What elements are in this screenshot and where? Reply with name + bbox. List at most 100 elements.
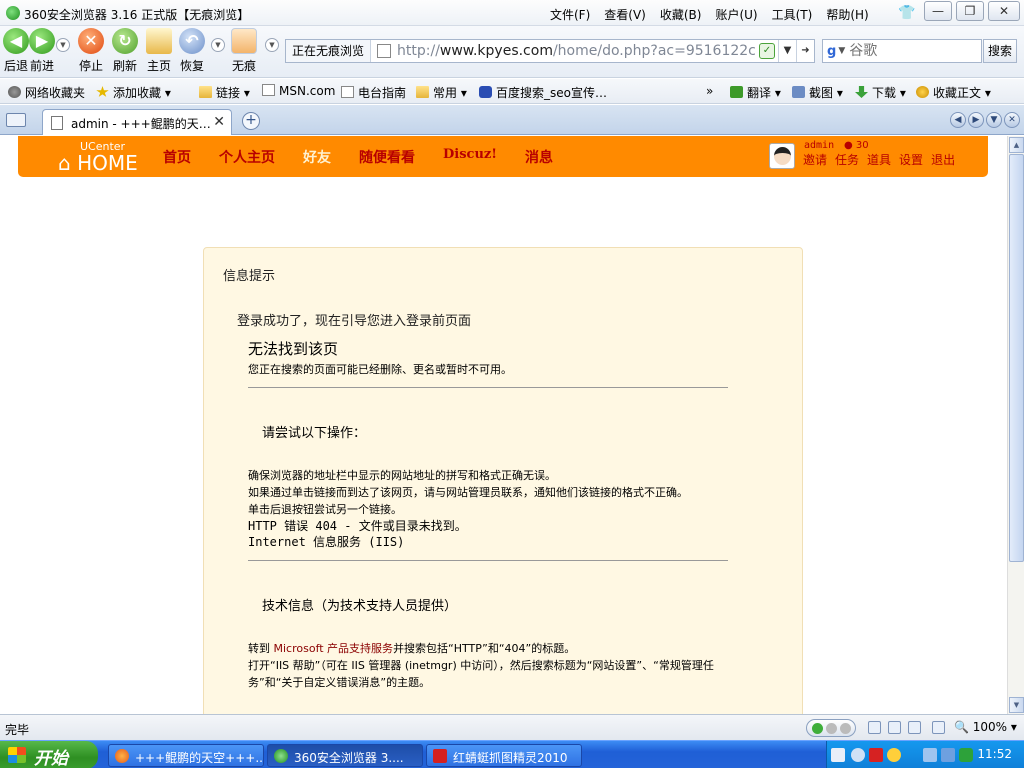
- fav-common[interactable]: 常用 ▾: [416, 84, 467, 101]
- undo-icon: ↶: [179, 28, 205, 54]
- nav-discuz[interactable]: Discuz!: [443, 147, 497, 167]
- close-all-tabs-icon[interactable]: ✕: [1004, 112, 1020, 128]
- network-icon[interactable]: [923, 748, 937, 762]
- tab-scroll-left-icon[interactable]: ◀: [950, 112, 966, 128]
- stop-button[interactable]: ✕ 停止: [78, 28, 104, 74]
- scroll-thumb[interactable]: [1009, 154, 1024, 562]
- window-icon[interactable]: [888, 721, 901, 734]
- menu-file[interactable]: 文件(F): [550, 6, 590, 23]
- new-tab-icon[interactable]: +: [242, 112, 260, 130]
- image-icon[interactable]: [908, 721, 921, 734]
- restore-button[interactable]: ↶ 恢复: [179, 28, 205, 74]
- restore-label: 恢复: [179, 59, 204, 73]
- fav-baidu[interactable]: 百度搜索_seo宣传…: [479, 84, 607, 101]
- search-input[interactable]: [849, 43, 960, 59]
- fav-add[interactable]: 添加收藏 ▾: [96, 84, 171, 101]
- page-info-icon[interactable]: [868, 721, 881, 734]
- error-subtitle: 您正在搜索的页面可能已经删除、更名或暂时不可用。: [248, 363, 512, 376]
- fav-msn[interactable]: MSN.com: [262, 84, 335, 98]
- fav-radio-guide[interactable]: 电台指南: [341, 84, 406, 101]
- fav-more-chevron-icon[interactable]: »: [706, 84, 713, 98]
- taskbar-item[interactable]: +++鲲鹏的天空+++...: [108, 744, 264, 767]
- zoom-value: 100%: [972, 720, 1008, 734]
- incognito-dropdown-icon[interactable]: ▼: [265, 38, 279, 52]
- sidebar-toggle-icon[interactable]: [6, 113, 26, 127]
- nav-browse[interactable]: 随便看看: [359, 147, 415, 167]
- menu-tools[interactable]: 工具(T): [772, 6, 813, 23]
- volume-icon[interactable]: [941, 748, 955, 762]
- fav-network-favorites[interactable]: 网络收藏夹: [8, 84, 85, 101]
- try-item: 确保浏览器的地址栏中显示的网站地址的拼写和格式正确无误。: [248, 469, 556, 482]
- message-box: 信息提示 登录成功了，现在引导您进入登录前页面 无法找到该页 您正在搜索的页面可…: [203, 247, 803, 714]
- incognito-button[interactable]: 无痕: [231, 28, 257, 74]
- start-button[interactable]: 开始: [0, 741, 98, 768]
- favorite-text-button[interactable]: 收藏正文 ▾: [916, 84, 991, 101]
- tab-scroll-right-icon[interactable]: ▶: [968, 112, 984, 128]
- taskbar-item[interactable]: 红蜻蜓抓图精灵2010: [426, 744, 582, 767]
- menu-view[interactable]: 查看(V): [604, 6, 646, 23]
- menu-account[interactable]: 账户(U): [715, 6, 757, 23]
- ms-support-link[interactable]: Microsoft 产品支持服务: [274, 642, 394, 655]
- link-invite[interactable]: 邀请: [803, 151, 827, 168]
- nav-toolbar: ◀ 后退 ▶ 前进 ▼ ✕ 停止 ↻ 刷新 主页 ↶ 恢复 ▼ 无痕 ▼ 正在无…: [0, 26, 1024, 78]
- translate-button[interactable]: 翻译 ▾: [730, 84, 781, 101]
- zoom-level[interactable]: 🔍 100% ▾: [954, 720, 1017, 734]
- google-icon[interactable]: g: [827, 44, 836, 59]
- url-dropdown-icon[interactable]: ▼: [778, 40, 796, 62]
- qq-penguin-icon[interactable]: [887, 748, 901, 762]
- menu-favorites[interactable]: 收藏(B): [660, 6, 702, 23]
- engine-dropdown-icon[interactable]: ▼: [838, 46, 845, 56]
- search-button[interactable]: 搜索: [983, 39, 1017, 63]
- security-shield-icon[interactable]: [959, 748, 973, 762]
- divider: [248, 387, 728, 388]
- security-shield-icon[interactable]: ✓: [759, 43, 775, 59]
- try-list: 确保浏览器的地址栏中显示的网站地址的拼写和格式正确无误。 如果通过单击链接而到达…: [248, 467, 728, 518]
- refresh-button[interactable]: ↻ 刷新: [112, 28, 138, 74]
- browser-logo-icon: [274, 749, 288, 763]
- scroll-up-icon[interactable]: ▲: [1009, 137, 1024, 153]
- tab-active[interactable]: admin - +++鲲鹏的天… ✕: [42, 109, 232, 135]
- nav-profile[interactable]: 个人主页: [219, 147, 275, 167]
- username[interactable]: admin: [804, 140, 834, 151]
- go-arrow-icon[interactable]: ➜: [796, 40, 814, 62]
- minimize-button[interactable]: —: [924, 1, 952, 21]
- link-logout[interactable]: 退出: [931, 151, 955, 168]
- maximize-button[interactable]: ❐: [956, 1, 984, 21]
- download-button[interactable]: 下载 ▾: [855, 84, 906, 101]
- ucenter-logo[interactable]: UCenter ⌂ HOME: [58, 140, 138, 173]
- address-bar[interactable]: 正在无痕浏览 http://www.kpyes.com/home/do.php?…: [285, 39, 815, 63]
- scroll-down-icon[interactable]: ▼: [1009, 697, 1024, 713]
- vertical-scrollbar[interactable]: ▲ ▼: [1007, 136, 1024, 714]
- history-dropdown-icon[interactable]: ▼: [56, 38, 70, 52]
- skin-shirt-icon[interactable]: 👕: [898, 5, 915, 21]
- link-settings[interactable]: 设置: [899, 151, 923, 168]
- menu-help[interactable]: 帮助(H): [826, 6, 868, 23]
- tab-list-icon[interactable]: ▼: [986, 112, 1002, 128]
- url-text[interactable]: http://www.kpyes.com/home/do.php?ac=9516…: [397, 43, 756, 59]
- message-text: 登录成功了，现在引导您进入登录前页面: [237, 314, 472, 329]
- logo-big-text: ⌂ HOME: [58, 151, 138, 175]
- home-button[interactable]: 主页: [146, 28, 172, 74]
- nav-friends[interactable]: 好友: [303, 147, 331, 167]
- link-items[interactable]: 道具: [867, 151, 891, 168]
- red-cross-icon[interactable]: [869, 748, 883, 762]
- link-tasks[interactable]: 任务: [835, 151, 859, 168]
- back-label: 后退: [3, 59, 28, 73]
- mode-toggle[interactable]: [806, 719, 856, 737]
- keyboard-icon[interactable]: [831, 748, 845, 762]
- close-tab-icon[interactable]: ✕: [213, 114, 225, 130]
- avatar[interactable]: [769, 143, 795, 169]
- fav-links[interactable]: 链接 ▾: [199, 84, 250, 101]
- speaker-icon[interactable]: [932, 721, 945, 734]
- nav-messages[interactable]: 消息: [525, 147, 553, 167]
- taskbar-item-active[interactable]: 360安全浏览器 3....: [267, 744, 423, 767]
- tray-arrow-icon[interactable]: [851, 748, 865, 762]
- folder-icon: [416, 86, 429, 98]
- toggle-dot: [812, 723, 823, 734]
- forward-button[interactable]: ▶ 前进: [29, 28, 55, 74]
- nav-home[interactable]: 首页: [163, 147, 191, 167]
- back-button[interactable]: ◀ 后退: [3, 28, 29, 74]
- restore-dropdown-icon[interactable]: ▼: [211, 38, 225, 52]
- screenshot-button[interactable]: 截图 ▾: [792, 84, 843, 101]
- close-window-button[interactable]: ✕: [988, 1, 1020, 21]
